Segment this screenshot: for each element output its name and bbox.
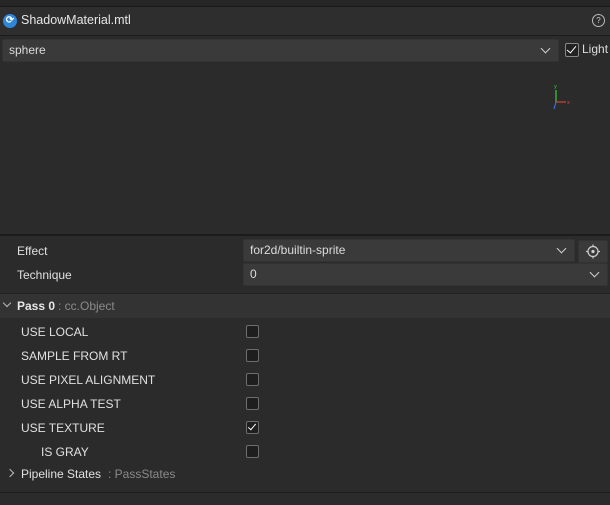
inspector-header: ⟳ ShadowMaterial.mtl ? bbox=[0, 7, 610, 36]
define-row-is-gray: IS GRAY bbox=[0, 439, 610, 463]
chevron-down-icon bbox=[540, 43, 551, 54]
define-label: USE TEXTURE bbox=[21, 421, 105, 435]
define-row-sample-from-rt: SAMPLE FROM RT bbox=[0, 343, 610, 367]
divider bbox=[0, 492, 610, 493]
cocos-logo-icon: ⟳ bbox=[3, 14, 17, 28]
define-label: SAMPLE FROM RT bbox=[21, 349, 128, 363]
is-gray-checkbox[interactable] bbox=[246, 445, 259, 458]
pass-0-header[interactable]: Pass 0 : cc.Object bbox=[0, 293, 610, 318]
help-icon[interactable]: ? bbox=[592, 14, 605, 27]
effect-select[interactable]: for2d/builtin-sprite bbox=[243, 239, 575, 262]
expand-caret-icon[interactable] bbox=[2, 298, 12, 308]
checkmark-icon bbox=[247, 421, 257, 431]
define-label: USE PIXEL ALIGNMENT bbox=[21, 373, 156, 387]
define-row-use-local: USE LOCAL bbox=[0, 319, 610, 343]
define-row-use-alpha-test: USE ALPHA TEST bbox=[0, 391, 610, 415]
effect-label: Effect bbox=[17, 244, 48, 258]
define-row-use-texture: USE TEXTURE bbox=[0, 415, 610, 439]
technique-row: Technique 0 bbox=[0, 262, 610, 286]
chevron-down-icon bbox=[589, 267, 600, 278]
pipeline-states-row[interactable]: Pipeline States : PassStates bbox=[0, 462, 610, 486]
light-label: Light bbox=[582, 42, 609, 56]
axes-gizmo-icon: y x bbox=[553, 84, 570, 110]
pass-name: Pass 0 bbox=[17, 299, 56, 313]
define-label: USE ALPHA TEST bbox=[21, 397, 121, 411]
technique-value: 0 bbox=[250, 267, 257, 281]
define-label: IS GRAY bbox=[41, 445, 89, 459]
use-texture-checkbox[interactable] bbox=[246, 421, 259, 434]
effect-row: Effect for2d/builtin-sprite bbox=[0, 238, 610, 263]
pipeline-states-label: Pipeline States bbox=[21, 467, 102, 481]
technique-select[interactable]: 0 bbox=[243, 263, 608, 286]
define-row-use-pixel-alignment: USE PIXEL ALIGNMENT bbox=[0, 367, 610, 391]
use-alpha-test-checkbox[interactable] bbox=[246, 397, 259, 410]
axis-y-label: y bbox=[554, 84, 557, 90]
technique-label: Technique bbox=[17, 268, 72, 282]
pass-type: : cc.Object bbox=[58, 299, 115, 313]
expand-caret-icon[interactable] bbox=[5, 468, 15, 478]
light-checkbox[interactable] bbox=[565, 43, 579, 57]
define-label: USE LOCAL bbox=[21, 325, 89, 339]
checkmark-icon bbox=[566, 43, 577, 54]
locate-icon bbox=[586, 244, 600, 259]
asset-title: ShadowMaterial.mtl bbox=[21, 13, 131, 27]
chevron-down-icon bbox=[556, 243, 567, 254]
use-pixel-alignment-checkbox[interactable] bbox=[246, 373, 259, 386]
top-border bbox=[0, 0, 610, 7]
sample-from-rt-checkbox[interactable] bbox=[246, 349, 259, 362]
preview-shape-value: sphere bbox=[9, 43, 46, 57]
pipeline-states-type: : PassStates bbox=[108, 467, 176, 481]
effect-value: for2d/builtin-sprite bbox=[250, 243, 346, 257]
use-local-checkbox[interactable] bbox=[246, 325, 259, 338]
material-preview[interactable]: sphere Light y x bbox=[0, 36, 610, 236]
axis-x-label: x bbox=[567, 100, 570, 106]
locate-effect-button[interactable] bbox=[578, 240, 608, 263]
preview-shape-select[interactable]: sphere bbox=[2, 39, 559, 62]
